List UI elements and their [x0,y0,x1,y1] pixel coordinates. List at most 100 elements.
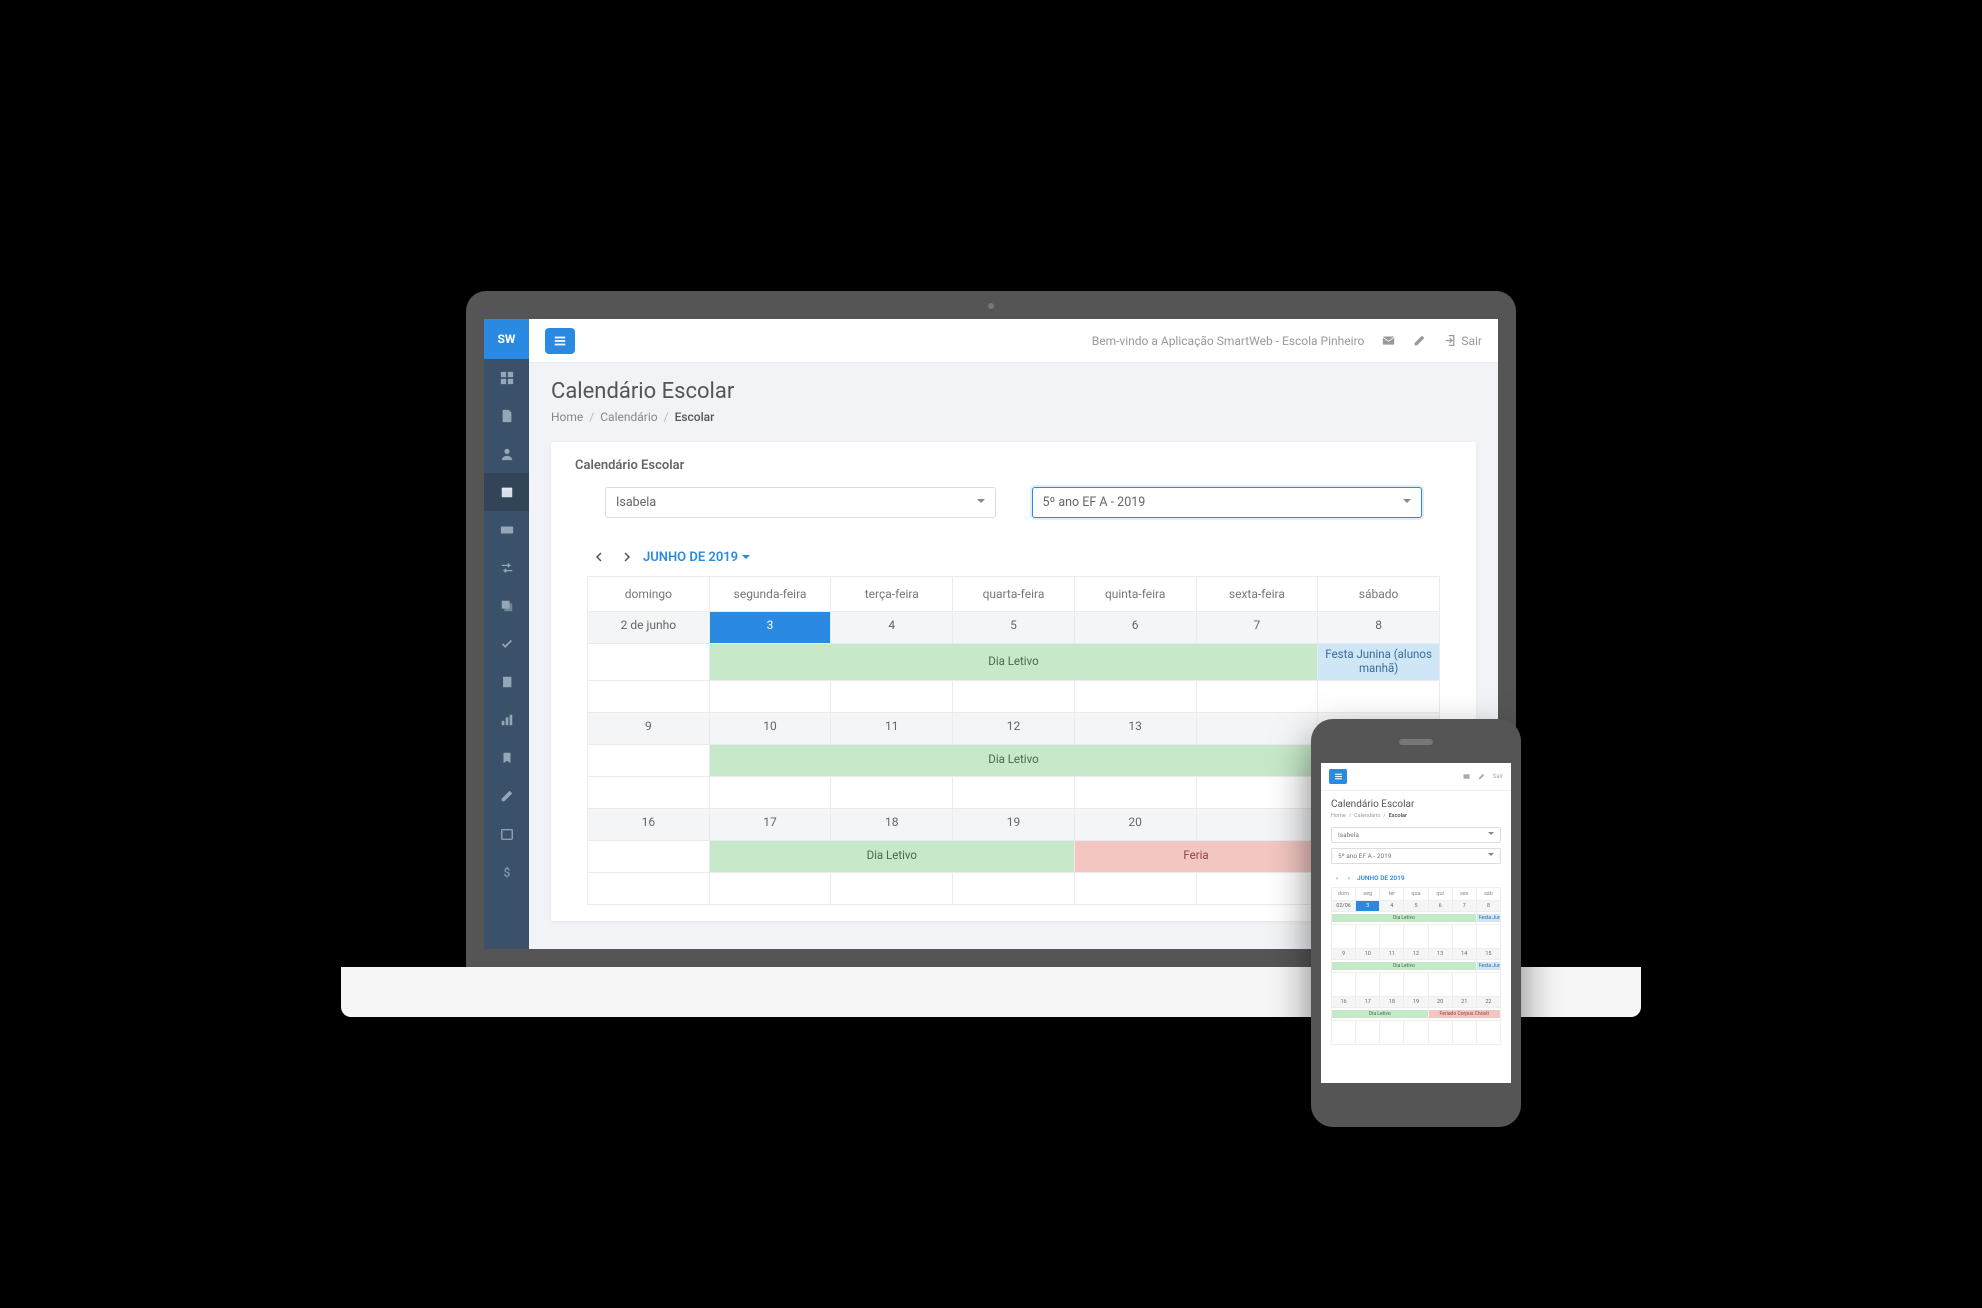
student-select[interactable]: Isabela [605,487,996,518]
chevron-right-icon [621,552,631,562]
messages-button[interactable] [1382,334,1395,347]
calendar-date-cell[interactable] [1196,712,1318,744]
prev-month-button[interactable] [591,548,609,566]
mobile-date-cell[interactable]: 19 [1404,997,1428,1008]
weekday-header: domingo [588,577,710,612]
sidebar: SW $ [484,319,529,949]
nav-calendar[interactable] [484,473,529,511]
calendar-date-cell[interactable]: 6 [1074,612,1196,644]
page-title: Calendário Escolar [551,379,1476,404]
mobile-next-month[interactable]: › [1345,874,1353,882]
calendar-date-cell[interactable]: 11 [831,712,953,744]
mobile-date-cell[interactable]: 5 [1404,901,1428,912]
month-picker[interactable]: JUNHO DE 2019 [643,550,750,565]
nav-book[interactable] [484,663,529,701]
envelope-icon[interactable] [1463,773,1470,780]
breadcrumb-home[interactable]: Home [551,410,583,424]
calendar-date-cell[interactable]: 8 [1318,612,1440,644]
calendar-date-cell[interactable]: 9 [588,712,710,744]
calendar-date-cell[interactable]: 18 [831,808,953,840]
mobile-date-cell[interactable]: 22 [1476,997,1500,1008]
calendar-date-cell[interactable]: 19 [953,808,1075,840]
copy-icon [500,599,514,613]
mobile-date-cell[interactable]: 02/06 [1332,901,1356,912]
nav-bookmark[interactable] [484,739,529,777]
nav-dashboard[interactable] [484,359,529,397]
mobile-date-cell[interactable]: 8 [1476,901,1500,912]
mobile-calendar-event[interactable]: Dia Letivo [1332,914,1476,922]
mobile-date-cell[interactable]: 16 [1332,997,1356,1008]
mobile-month-picker[interactable]: JUNHO DE 2019 [1357,874,1405,882]
mobile-date-cell[interactable]: 15 [1476,949,1500,960]
mobile-weekday-header: seg [1356,888,1380,901]
mobile-calendar-event[interactable]: Dia Letivo [1332,962,1476,970]
nav-finance[interactable]: $ [484,853,529,891]
calendar-event[interactable]: Feria [1075,841,1317,872]
mobile-date-cell[interactable]: 12 [1404,949,1428,960]
next-month-button[interactable] [617,548,635,566]
class-select[interactable]: 5º ano EF A - 2019 [1032,487,1423,518]
breadcrumb-calendar[interactable]: Calendário [600,410,657,424]
mobile-calendar-event[interactable]: Dia Letivo [1332,1010,1428,1018]
edit-icon[interactable] [1478,773,1485,780]
mobile-calendar-event[interactable]: Feriado Corpus Christi [1429,1010,1500,1018]
calendar-nav: JUNHO DE 2019 [587,538,1440,576]
mobile-date-cell[interactable]: 3 [1356,901,1380,912]
mobile-menu-button[interactable] [1329,769,1347,784]
calendar-date-cell[interactable]: 17 [709,808,831,840]
mobile-date-cell[interactable]: 21 [1452,997,1476,1008]
calendar-event[interactable]: Festa Junina (alunos manhã) [1318,644,1439,680]
mobile-date-cell[interactable]: 6 [1428,901,1452,912]
mobile-date-cell[interactable]: 17 [1356,997,1380,1008]
mobile-prev-month[interactable]: ‹ [1333,874,1341,882]
nav-tasks[interactable] [484,625,529,663]
calendar-date-cell[interactable] [1196,808,1318,840]
mobile-calendar-event[interactable]: Festa Juni... [1477,914,1500,922]
mobile-logout[interactable]: Sair [1493,773,1503,780]
nav-edit[interactable] [484,777,529,815]
calendar-date-cell[interactable]: 7 [1196,612,1318,644]
calendar-date-cell[interactable]: 12 [953,712,1075,744]
calendar-icon [500,485,514,499]
mobile-date-cell[interactable]: 9 [1332,949,1356,960]
mobile-student-select[interactable]: Isabela [1331,827,1501,843]
calendar-date-cell[interactable]: 5 [953,612,1075,644]
mobile-date-cell[interactable]: 10 [1356,949,1380,960]
mobile-date-cell[interactable]: 20 [1428,997,1452,1008]
weekday-header: quinta-feira [1074,577,1196,612]
mobile-topbar: Sair [1321,763,1511,791]
mobile-calendar-event[interactable]: Festa Juni... [1477,962,1500,970]
brand-logo[interactable]: SW [484,319,529,359]
mobile-date-cell[interactable]: 18 [1380,997,1404,1008]
logout-button[interactable]: Sair [1444,334,1482,348]
nav-copy[interactable] [484,587,529,625]
calendar-date-cell[interactable]: 4 [831,612,953,644]
calendar-event[interactable]: Dia Letivo [710,745,1318,776]
mobile-date-cell[interactable]: 7 [1452,901,1476,912]
phone-device: Sair Calendário Escolar Home/ Calendário… [1311,719,1521,1127]
mobile-date-cell[interactable]: 11 [1380,949,1404,960]
nav-card[interactable] [484,511,529,549]
menu-toggle-button[interactable] [545,328,575,354]
calendar-date-cell[interactable]: 13 [1074,712,1196,744]
calendar-event[interactable]: Dia Letivo [710,841,1074,872]
calendar-event[interactable]: Dia Letivo [710,644,1318,680]
mobile-date-cell[interactable]: 14 [1452,949,1476,960]
nav-documents[interactable] [484,397,529,435]
nav-reports[interactable] [484,701,529,739]
weekday-header: terça-feira [831,577,953,612]
mobile-weekday-header: qua [1404,888,1428,901]
mobile-class-select[interactable]: 5º ano EF A - 2019 [1331,848,1501,864]
calendar-date-cell[interactable]: 3 [709,612,831,644]
nav-schedule[interactable] [484,815,529,853]
calendar-date-cell[interactable]: 20 [1074,808,1196,840]
calendar-date-cell[interactable]: 2 de junho [588,612,710,644]
mobile-date-cell[interactable]: 4 [1380,901,1404,912]
calendar-date-cell[interactable]: 16 [588,808,710,840]
calendar-date-cell[interactable]: 10 [709,712,831,744]
nav-students[interactable] [484,435,529,473]
weekday-header: sexta-feira [1196,577,1318,612]
nav-transfer[interactable] [484,549,529,587]
compose-button[interactable] [1413,334,1426,347]
mobile-date-cell[interactable]: 13 [1428,949,1452,960]
